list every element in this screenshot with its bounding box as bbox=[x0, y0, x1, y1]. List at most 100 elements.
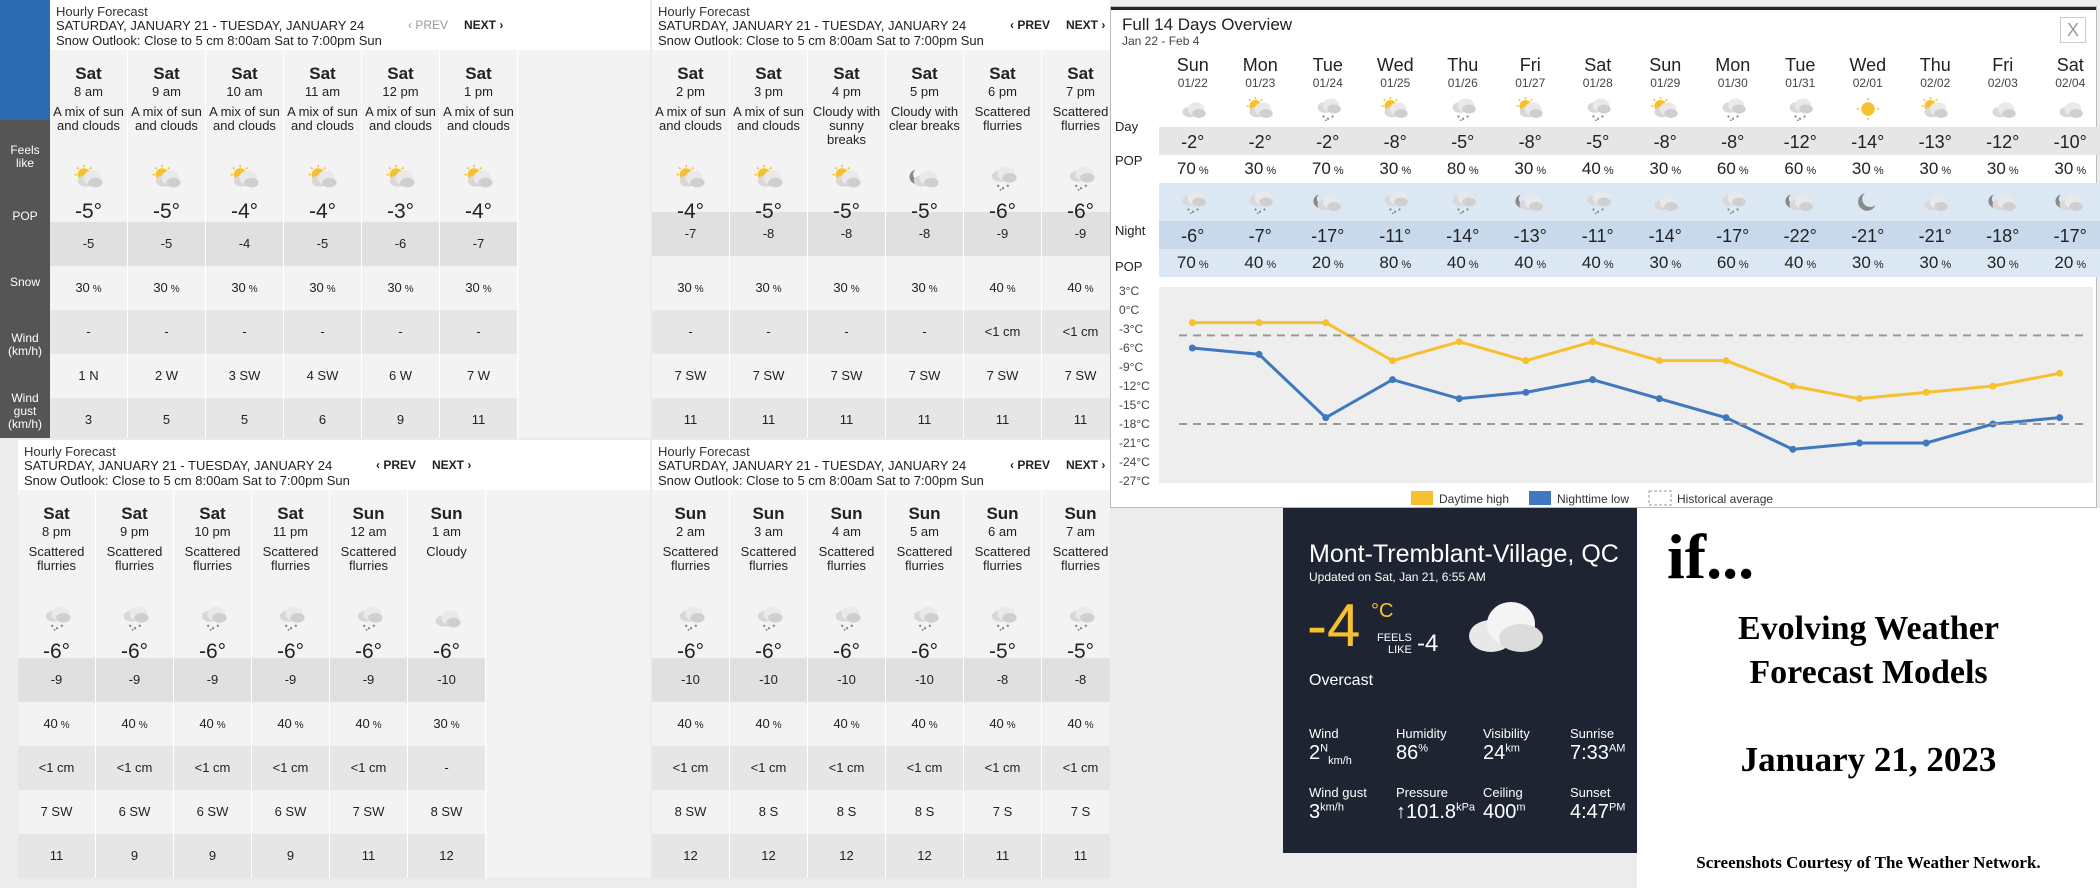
panel-title: Hourly Forecast bbox=[24, 444, 116, 459]
prev-button[interactable]: ‹ PREV bbox=[1010, 18, 1050, 32]
overview-day-column[interactable]: Sun 01/22 -2° 70 % -6° 70 % bbox=[1159, 55, 1227, 276]
overview-day-date: 01/23 bbox=[1245, 76, 1276, 90]
sun-cloud-icon bbox=[1902, 90, 1970, 128]
stat-label: Wind bbox=[1309, 726, 1339, 741]
overview-day-column[interactable]: Sat 02/04 -10° 30 % -17° 20 % bbox=[2037, 55, 2100, 276]
hour-column: Sat 7 pm Scattered flurries -6° -9 40% <1 cm 7 … bbox=[1042, 50, 1110, 438]
snow-outlook: Snow Outlook: Close to 5 cm 8:00am Sat t… bbox=[658, 473, 984, 488]
overview-day-column[interactable]: Fri 02/03 -12° 30 % -18° 30 % bbox=[1969, 55, 2037, 276]
flurries-icon bbox=[1699, 182, 1767, 222]
hour-column: Sun 4 am Scattered flurries -6° -10 40% <1 cm 8… bbox=[808, 490, 886, 878]
hour-pop: 40% bbox=[355, 716, 382, 731]
overview-day-high: -8° bbox=[1518, 132, 1542, 152]
overview-night-low: -7° bbox=[1248, 226, 1272, 246]
overview-day-column[interactable]: Mon 01/30 -8° 60 % -17° 60 % bbox=[1699, 55, 1767, 276]
overview-day-column[interactable]: Mon 01/23 -2° 30 % -7° 40 % bbox=[1227, 55, 1295, 276]
next-button[interactable]: NEXT › bbox=[1066, 18, 1105, 32]
hour-column: Sat 9 am A mix of sun and clouds -5° -5 30% - 2… bbox=[128, 50, 206, 438]
data-point bbox=[1522, 357, 1530, 365]
stat-value: 7:33AM bbox=[1570, 742, 1626, 764]
prev-button[interactable]: ‹ PREV bbox=[1010, 458, 1050, 472]
hour-condition: Scattered flurries bbox=[896, 544, 953, 573]
hour-snow: - bbox=[86, 324, 91, 339]
overview-day-column[interactable]: Thu 02/02 -13° 30 % -21° 30 % bbox=[1902, 55, 1970, 276]
hour-feels: -10 bbox=[759, 672, 778, 687]
panel-dates: SATURDAY, JANUARY 21 - TUESDAY, JANUARY … bbox=[24, 458, 333, 473]
moon-icon bbox=[1834, 182, 1902, 222]
overview-day-column[interactable]: Tue 01/24 -2° 70 % -17° 20 % bbox=[1294, 55, 1362, 276]
next-button[interactable]: NEXT › bbox=[432, 458, 471, 472]
next-button[interactable]: NEXT › bbox=[464, 18, 503, 32]
hour-day: Sat bbox=[1067, 64, 1094, 83]
sun-cloud-icon bbox=[1227, 90, 1295, 128]
hour-gust: 9 bbox=[286, 848, 295, 863]
flurries-icon bbox=[652, 601, 729, 635]
y-tick-label: -3°C bbox=[1119, 322, 1143, 336]
next-button[interactable]: NEXT › bbox=[1066, 458, 1105, 472]
hour-feels: -8 bbox=[1074, 672, 1087, 687]
overview-day-high: -8° bbox=[1383, 132, 1407, 152]
hour-gust: 12 bbox=[439, 848, 454, 863]
hour-pop: 40% bbox=[1067, 716, 1094, 731]
pop-percent: % bbox=[482, 284, 492, 295]
overview-day-column[interactable]: Thu 01/26 -5° 80 % -14° 40 % bbox=[1429, 55, 1497, 276]
hour-condition: Cloudy bbox=[426, 544, 467, 559]
hour-column: Sat 8 am A mix of sun and clouds -5° -5 30% - 1… bbox=[50, 50, 128, 438]
overview-day-column[interactable]: Sun 01/29 -8° 30 % -14° 30 % bbox=[1632, 55, 1700, 276]
hour-column: Sat 10 pm Scattered flurries -6° -9 40% <1 cm 6… bbox=[174, 490, 252, 878]
overview-night-pop: 30 % bbox=[1649, 253, 1682, 272]
stat-label: Sunrise bbox=[1570, 726, 1615, 741]
hour-wind: 7 SW bbox=[830, 368, 863, 383]
hour-feels: -4 bbox=[238, 236, 251, 251]
overview-topbar bbox=[1111, 7, 2096, 10]
overview-day-pop: 30 % bbox=[1919, 159, 1952, 178]
y-tick-label: 3°C bbox=[1119, 284, 1139, 298]
hour-pop: 40% bbox=[755, 716, 782, 731]
overview-day-column[interactable]: Wed 01/25 -8° 30 % -11° 80 % bbox=[1362, 55, 1430, 276]
overview-night-low: -21° bbox=[1918, 226, 1952, 246]
hour-wind: 7 SW bbox=[40, 804, 73, 819]
pop-percent: % bbox=[248, 284, 258, 295]
overview-day-date: 01/29 bbox=[1650, 76, 1681, 90]
overview-night-pop: 30 % bbox=[1851, 253, 1884, 272]
hour-day: Sun bbox=[674, 504, 707, 523]
moon-cloud-icon bbox=[1294, 182, 1362, 222]
hour-feels: -9 bbox=[284, 672, 297, 687]
flurries-icon bbox=[1362, 182, 1430, 222]
overview-night-low: -14° bbox=[1446, 226, 1480, 246]
hour-column: Sat 11 pm Scattered flurries -6° -9 40% <1 cm 6… bbox=[252, 490, 330, 878]
prev-button[interactable]: ‹ PREV bbox=[376, 458, 416, 472]
overview-row-label: POP bbox=[1115, 153, 1143, 168]
overview-day-column[interactable]: Fri 01/27 -8° 30 % -13° 40 % bbox=[1497, 55, 1565, 276]
overview-night-low: -17° bbox=[1311, 226, 1345, 246]
overview-night-low: -11° bbox=[1581, 226, 1614, 246]
hour-condition: Scattered flurries bbox=[1052, 544, 1109, 573]
sun-cloud-icon bbox=[50, 161, 127, 195]
overview-day-name: Thu bbox=[1919, 55, 1951, 75]
hour-gust: 12 bbox=[839, 848, 854, 863]
close-button[interactable]: X bbox=[2060, 17, 2086, 43]
hour-column: Sun 1 am Cloudy -6° -10 30% - 8 SW 12 bbox=[408, 490, 486, 878]
hour-time: 2 pm bbox=[676, 84, 705, 99]
hour-wind: 8 S bbox=[758, 804, 779, 819]
feels-like-value: -4 bbox=[1417, 630, 1439, 657]
prev-button[interactable]: ‹ PREV bbox=[408, 18, 448, 32]
panel-header: Hourly Forecast SATURDAY, JANUARY 21 - TU… bbox=[652, 0, 1110, 50]
hour-day: Sun bbox=[430, 504, 463, 523]
hour-wind: 7 SW bbox=[908, 368, 941, 383]
hour-snow: <1 cm bbox=[984, 760, 1021, 775]
hour-gust: 11 bbox=[839, 412, 854, 427]
overview-day-date: 01/30 bbox=[1717, 76, 1748, 90]
hour-gust: 11 bbox=[1073, 412, 1088, 427]
hour-temp: -5° bbox=[74, 200, 103, 223]
panel-title: Hourly Forecast bbox=[658, 444, 750, 459]
hour-gust: 6 bbox=[318, 412, 327, 427]
sun-cloud-icon bbox=[1362, 90, 1430, 128]
overview-day-column[interactable]: Wed 02/01 -14° 30 % -21° 30 % bbox=[1834, 55, 1902, 276]
overview-night-pop: 20 % bbox=[2054, 253, 2087, 272]
hour-column: Sat 3 pm A mix of sun and clouds -5° -8 30% - 7… bbox=[730, 50, 808, 438]
overview-day-column[interactable]: Tue 01/31 -12° 60 % -22° 40 % bbox=[1767, 55, 1835, 276]
cloud-icon bbox=[1159, 90, 1227, 128]
hour-snow: - bbox=[844, 324, 849, 339]
overview-day-column[interactable]: Sat 01/28 -5° 40 % -11° 40 % bbox=[1564, 55, 1632, 276]
